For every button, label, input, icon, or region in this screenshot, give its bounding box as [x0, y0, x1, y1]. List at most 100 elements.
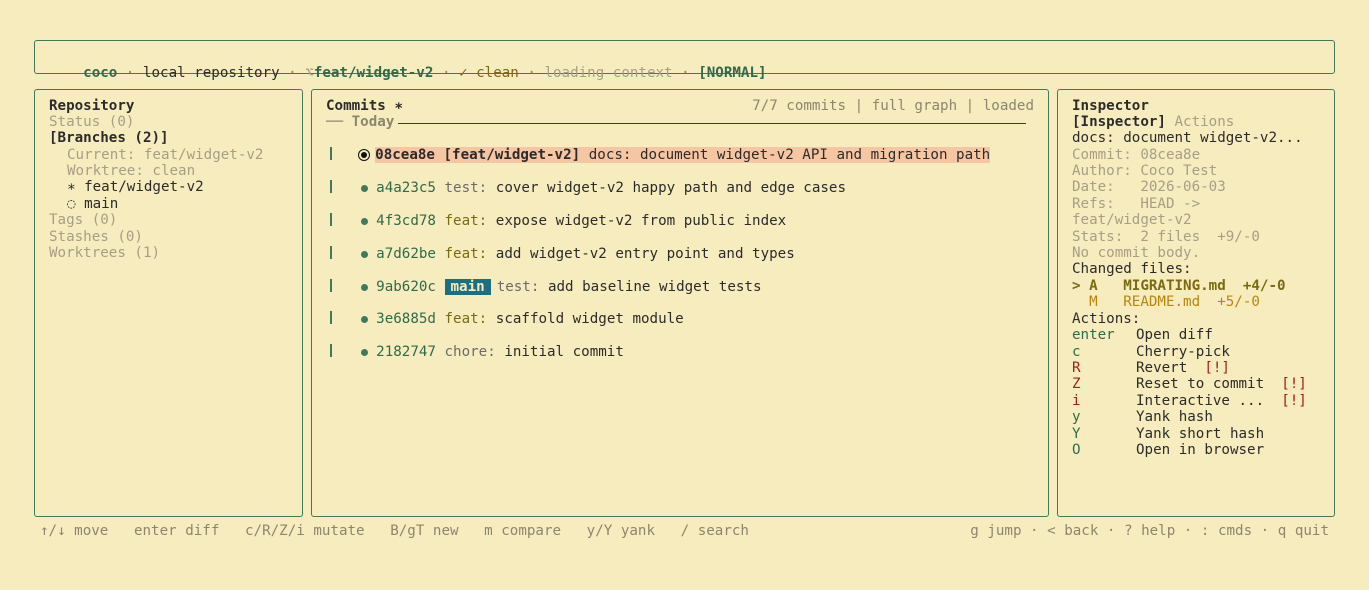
commit-author: Author: Coco Test: [1072, 163, 1218, 179]
action-item[interactable]: enter Open diff: [1072, 327, 1213, 343]
warning-badge: [!]: [1281, 393, 1307, 409]
context-status: loading context: [544, 65, 673, 81]
commit-node-icon: [361, 152, 368, 158]
action-label: Open diff: [1136, 327, 1213, 343]
today-divider: [326, 123, 1026, 124]
commit-hash: a7d62be: [376, 246, 436, 262]
commits-title: Commits ∗: [326, 98, 403, 114]
commit-message: docs: document widget-v2 API and migrati…: [588, 147, 991, 163]
tab-inspector[interactable]: [Inspector]: [1072, 114, 1166, 130]
current-branch: feat/widget-v2: [313, 65, 434, 81]
commit-row[interactable]: a7d62be feat: add widget-v2 entry point …: [326, 230, 795, 262]
action-label: Reset to commit: [1136, 376, 1265, 392]
keybinding-hints: ↑/↓ move enter diff c/R/Z/i mutate B/gT …: [40, 523, 749, 539]
action-label: Revert: [1136, 360, 1188, 376]
commit-refs-cont: feat/widget-v2: [1072, 212, 1192, 228]
clean-status: ✓ clean: [459, 65, 519, 81]
commit-row-selected[interactable]: 08cea8e [feat/widget-v2] docs: document …: [326, 131, 991, 163]
commit-type: test:: [444, 180, 488, 196]
commit-row[interactable]: 2182747 chore: initial commit: [326, 328, 624, 360]
changed-file-item[interactable]: M README.md +5/-0: [1072, 294, 1260, 310]
action-item[interactable]: R Revert [!]: [1072, 360, 1230, 376]
commit-message: cover widget-v2 happy path and edge case…: [495, 180, 846, 196]
commit-body: No commit body.: [1072, 245, 1201, 261]
commit-node-icon: [361, 348, 369, 356]
commit-message: scaffold widget module: [495, 311, 684, 327]
action-item[interactable]: O Open in browser: [1072, 442, 1264, 458]
repo-worktrees-item[interactable]: Worktrees (1): [49, 245, 160, 261]
commits-meta: 7/7 commits | full graph | loaded: [752, 98, 1034, 114]
commit-message: add baseline widget tests: [547, 279, 762, 295]
status-sep: ·: [518, 65, 545, 81]
inspector-title: Inspector: [1072, 98, 1149, 114]
current-branch-info: Current: feat/widget-v2: [67, 147, 264, 163]
action-key: Y: [1072, 426, 1081, 442]
action-label: Cherry-pick: [1136, 344, 1230, 360]
repository-pane[interactable]: Repository Status (0) [Branches (2)] Cur…: [34, 89, 303, 517]
app-name: coco: [83, 65, 118, 81]
changed-files-label: Changed files:: [1072, 261, 1192, 277]
action-label: Yank short hash: [1136, 426, 1265, 442]
action-label: Open in browser: [1136, 442, 1265, 458]
inspector-pane[interactable]: Inspector [Inspector] Actions docs: docu…: [1057, 89, 1335, 517]
status-sep: ·: [279, 65, 306, 81]
commit-hash: 9ab620c: [376, 279, 436, 295]
action-key: R: [1072, 360, 1081, 376]
commit-refs: Refs: HEAD ->: [1072, 196, 1201, 212]
tab-actions[interactable]: Actions: [1175, 114, 1235, 130]
commit-type: test:: [496, 279, 540, 295]
commit-message: initial commit: [504, 344, 624, 360]
commit-node-icon: [361, 250, 369, 258]
branch-item-main[interactable]: ◌ main: [67, 196, 118, 212]
action-item[interactable]: y Yank hash: [1072, 409, 1213, 425]
commit-node-icon: [361, 217, 369, 225]
warning-badge: [!]: [1281, 376, 1307, 392]
commit-row[interactable]: a4a23c5 test: cover widget-v2 happy path…: [326, 164, 846, 196]
status-sep: ·: [117, 65, 143, 81]
repo-stashes-item[interactable]: Stashes (0): [49, 229, 143, 245]
commit-hash: a4a23c5: [376, 180, 436, 196]
action-key: c: [1072, 344, 1081, 360]
action-key: i: [1072, 393, 1081, 409]
action-key: Z: [1072, 376, 1081, 392]
action-item[interactable]: i Interactive ... [!]: [1072, 393, 1307, 409]
action-label: Yank hash: [1136, 409, 1213, 425]
action-item[interactable]: c Cherry-pick: [1072, 344, 1230, 360]
repo-status-item[interactable]: Status (0): [49, 114, 134, 130]
commit-hash: 08cea8e: [375, 147, 435, 163]
today-label: ── Today: [326, 114, 399, 130]
commit-date: Date: 2026-06-03: [1072, 179, 1226, 195]
commit-row[interactable]: 3e6885d feat: scaffold widget module: [326, 295, 684, 327]
warning-badge: [!]: [1204, 360, 1230, 376]
commit-row[interactable]: 4f3cd78 feat: expose widget-v2 from publ…: [326, 197, 786, 229]
commit-message: expose widget-v2 from public index: [495, 213, 787, 229]
repo-tags-item[interactable]: Tags (0): [49, 212, 117, 228]
repo-branches-item[interactable]: [Branches (2)]: [49, 130, 169, 146]
commit-hash: 2182747: [376, 344, 436, 360]
actions-label: Actions:: [1072, 311, 1141, 327]
commit-hash: 3e6885d: [376, 311, 436, 327]
status-sep: ·: [433, 65, 460, 81]
repo-label: local repository: [142, 65, 280, 81]
commits-pane[interactable]: Commits ∗ 7/7 commits | full graph | loa…: [311, 89, 1049, 517]
action-key: enter: [1072, 327, 1115, 343]
commit-ref: [feat/widget-v2]: [443, 147, 581, 163]
status-bar: coco · local repository · ⌥feat/widget-v…: [34, 40, 1335, 81]
commit-stats: Stats: 2 files +9/-0: [1072, 229, 1260, 245]
commit-type: feat:: [444, 311, 488, 327]
commit-type: feat:: [444, 246, 488, 262]
commit-type: chore:: [444, 344, 496, 360]
action-item[interactable]: Z Reset to commit [!]: [1072, 376, 1307, 392]
action-key: y: [1072, 409, 1081, 425]
commit-row[interactable]: 9ab620c main test: add baseline widget te…: [326, 263, 762, 295]
commit-type: feat:: [444, 213, 488, 229]
worktree-info: Worktree: clean: [67, 163, 196, 179]
repository-title: Repository: [49, 98, 135, 114]
global-keybinding-hints: g jump · < back · ? help · : cmds · q qu…: [970, 523, 1329, 539]
action-item[interactable]: Y Yank short hash: [1072, 426, 1264, 442]
commit-node-icon: [361, 315, 369, 323]
branch-badge-main: main: [444, 279, 491, 295]
changed-file-item[interactable]: > A MIGRATING.md +4/-0: [1072, 278, 1286, 294]
branch-item-feat[interactable]: ∗ feat/widget-v2: [67, 179, 204, 195]
action-key: O: [1072, 442, 1081, 458]
